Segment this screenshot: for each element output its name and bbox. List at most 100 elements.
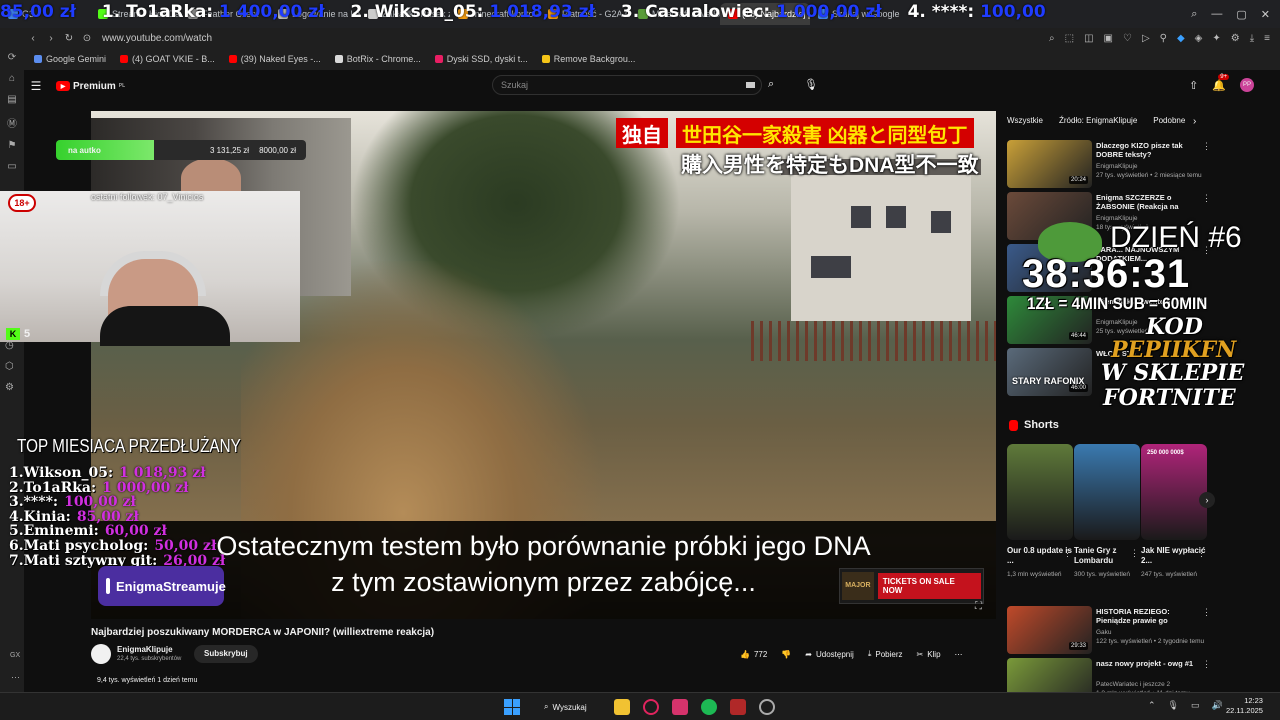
camera-icon[interactable]: ◫ (1084, 33, 1093, 44)
filter-chip[interactable]: Źródło: EnigmaKlipuje (1059, 116, 1137, 125)
ad-cta[interactable]: TICKETS ON SALE NOW (877, 573, 981, 599)
short-more-icon[interactable]: ⋮ (1063, 548, 1072, 559)
forward-icon[interactable]: › (42, 33, 60, 44)
address-bar[interactable]: www.youtube.com/watch (102, 33, 212, 44)
browser-tab[interactable]: Płatność - G2A.COM (540, 3, 630, 25)
fullscreen-icon[interactable]: ⛶ (975, 601, 982, 612)
side-settings-icon[interactable]: ⚙ (5, 382, 14, 393)
side-more-icon[interactable]: ⋯ (11, 672, 20, 683)
bookmark-item[interactable]: (39) Naked Eyes -... (228, 54, 321, 64)
bookmark-item[interactable]: Google Gemini (34, 54, 106, 64)
spotify-icon[interactable] (701, 699, 717, 715)
more-options-icon[interactable]: ⋮ (1202, 193, 1211, 204)
youtube-logo[interactable]: ▶ Premium PL (56, 81, 125, 92)
settings-icon[interactable]: ⚙ (1231, 33, 1240, 44)
side-video-icon[interactable]: ▭ (7, 161, 16, 172)
more-options-icon[interactable]: ⋮ (1202, 659, 1211, 670)
short-thumbnail[interactable]: 250 000 000$ (1141, 444, 1207, 540)
screenshot-icon[interactable]: ⬚ (1065, 33, 1074, 44)
play-icon[interactable]: ▷ (1142, 33, 1150, 44)
more-actions-icon[interactable]: ⋯ (955, 645, 963, 663)
account-avatar[interactable]: PP (1240, 78, 1254, 92)
filter-chip[interactable]: Podobne (1153, 116, 1185, 125)
bookmark-item[interactable]: Dyski SSD, dyski t... (434, 54, 528, 64)
browser-tab[interactable]: Logowanie na koncie (270, 3, 360, 25)
short-more-icon[interactable]: ⋮ (1197, 548, 1206, 559)
opera-gx-icon[interactable] (643, 699, 659, 715)
bookmark-item[interactable]: Remove Backgrou... (541, 54, 635, 64)
side-refresh-icon[interactable]: ⟳ (8, 52, 16, 63)
back-icon[interactable]: ‹ (24, 33, 42, 44)
zoom-icon[interactable]: ⌕ (1049, 33, 1055, 44)
side-twitch-icon[interactable]: ▤ (7, 94, 16, 105)
keyboard-icon[interactable] (746, 82, 755, 88)
maximize-icon[interactable]: ▢ (1236, 8, 1246, 21)
search-icon[interactable]: ⌕ (768, 78, 774, 91)
gx-label[interactable]: GX (10, 652, 20, 659)
side-bag-icon[interactable]: ⌂ (9, 73, 15, 84)
subscribe-button[interactable]: Subskrybuj (194, 645, 258, 663)
microphone-icon[interactable]: 🎙 (804, 78, 818, 91)
recommended-video[interactable]: 29:33 HISTORIA REZIEGO: Pieniądze prawie … (1007, 606, 1217, 654)
voicemod-icon[interactable] (730, 699, 746, 715)
bookmark-item[interactable]: (4) GOAT VKIE - B... (120, 54, 215, 64)
side-m-icon[interactable]: Ⓜ (7, 115, 17, 130)
vpn-icon[interactable]: ◈ (1195, 33, 1203, 44)
clip-button[interactable]: ✂ Klip (916, 645, 940, 663)
heart-icon[interactable]: ♡ (1123, 33, 1132, 44)
short-thumbnail[interactable] (1007, 444, 1073, 540)
browser-tab[interactable]: Zakładki: Pasek zakładek (360, 3, 450, 25)
app-pink-icon[interactable] (672, 699, 688, 715)
extensions-icon[interactable]: ✦ (1212, 33, 1220, 44)
windows-start-icon[interactable] (504, 699, 520, 715)
browser-tab[interactable]: (18) Najbardziej poszuki... (720, 3, 810, 25)
reload-icon[interactable]: ↻ (60, 33, 78, 44)
upload-icon[interactable]: ⇧ (1189, 79, 1198, 92)
search-input[interactable]: Szukaj (492, 75, 762, 95)
browser-tab[interactable]: Szukaj w Google (810, 3, 900, 25)
obs-icon[interactable] (759, 699, 775, 715)
browser-tab[interactable]: Stream - Kick Dashboard (90, 3, 180, 25)
video-ad-overlay[interactable]: MAJOR TICKETS ON SALE NOW (839, 568, 984, 604)
tray-display-icon[interactable]: ▭ (1191, 700, 1200, 711)
notifications-icon[interactable]: 🔔 9+ (1212, 73, 1230, 92)
file-explorer-icon[interactable] (614, 699, 630, 715)
hamburger-menu-icon[interactable]: ☰ (24, 79, 48, 93)
site-info-icon[interactable]: ⊙ (78, 33, 96, 44)
short-thumbnail[interactable] (1074, 444, 1140, 540)
filter-chip[interactable]: Wszystkie (1007, 116, 1043, 125)
extension-blue-icon[interactable]: ◆ (1177, 33, 1185, 44)
channel-avatar[interactable] (91, 644, 111, 664)
side-kick-icon[interactable]: ⚑ (8, 140, 17, 151)
shorts-next-icon[interactable]: › (1199, 492, 1215, 508)
close-icon[interactable]: ✕ (1261, 8, 1270, 21)
taskbar-clock[interactable]: 12:23 22.11.2025 (1226, 696, 1263, 716)
channel-name[interactable]: EnigmaKlipuje (117, 645, 173, 654)
short-more-icon[interactable]: ⋮ (1130, 548, 1139, 559)
recommended-video[interactable]: 20:24 Dlaczego KIZO pisze tak DOBRE tekst… (1007, 140, 1217, 188)
browser-tab[interactable]: Feather Client (180, 3, 270, 25)
browser-tab[interactable]: minecraft konto - G2A.COM (450, 3, 540, 25)
chips-next-icon[interactable]: › (1193, 116, 1196, 127)
more-options-icon[interactable]: ⋮ (1202, 141, 1211, 152)
like-button[interactable]: 👍 772 (740, 645, 767, 663)
cube-icon[interactable]: ▣ (1104, 33, 1113, 44)
share-button[interactable]: ➦ Udostępnij (805, 645, 854, 663)
tray-arrow-icon[interactable]: ⌃ (1148, 700, 1156, 711)
cube-side-icon[interactable]: ⬡ (5, 361, 14, 372)
download-button[interactable]: ⤓ Pobierz (868, 645, 903, 663)
browser-menu-icon[interactable]: ≡ (1264, 33, 1270, 44)
minimize-icon[interactable]: — (1211, 8, 1222, 21)
tray-mic-icon[interactable]: 🎙 (1168, 700, 1179, 711)
browser-tab[interactable]: Minecraft Java Edition (630, 3, 720, 25)
browser-tab[interactable]: G3 (0, 3, 90, 25)
download-icon[interactable]: ⤓ (1250, 33, 1254, 44)
pin-icon[interactable]: ⚲ (1160, 33, 1167, 44)
taskbar-search[interactable]: ⌕ Wyszukaj (538, 698, 593, 716)
history-icon[interactable]: ◷ (5, 340, 14, 351)
bookmark-item[interactable]: BotRix - Chrome... (334, 54, 421, 64)
more-options-icon[interactable]: ⋮ (1202, 607, 1211, 618)
search-tabs-icon[interactable]: ⌕ (1191, 8, 1197, 21)
dislike-button[interactable]: 👎 (781, 645, 791, 663)
tray-volume-icon[interactable]: 🔊 (1212, 700, 1223, 711)
